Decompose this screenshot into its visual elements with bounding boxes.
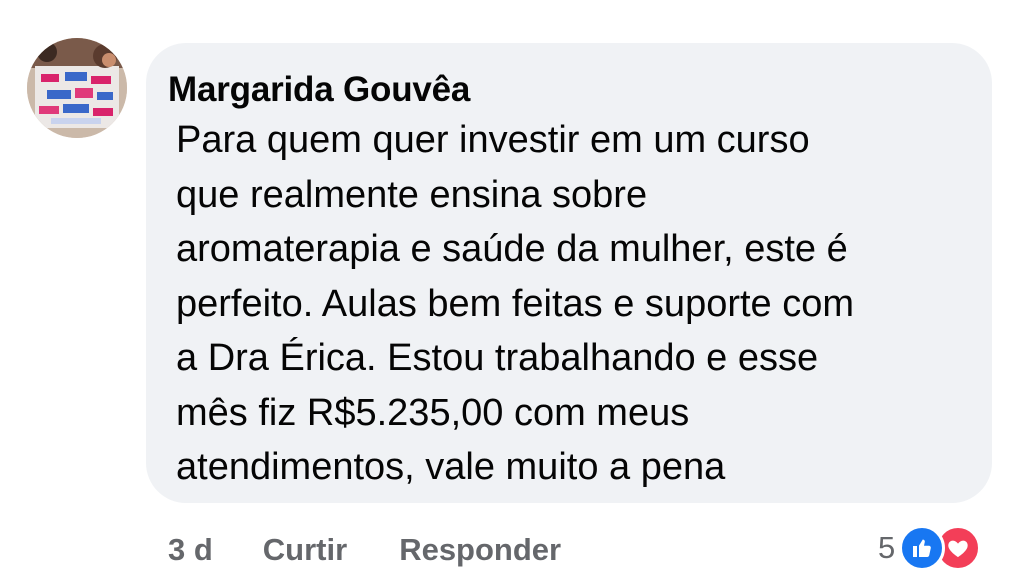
comment: Margarida Gouvêa Para quem quer investir… (0, 0, 1024, 584)
timestamp[interactable]: 3 d (168, 532, 213, 568)
reaction-count: 5 (878, 530, 896, 565)
like-button[interactable]: Curtir (263, 532, 347, 568)
comment-bubble: Margarida Gouvêa Para quem quer investir… (146, 43, 992, 503)
comment-actions: 3 d Curtir Responder (168, 528, 561, 572)
avatar[interactable] (27, 38, 127, 138)
comment-text: Para quem quer investir em um curso que … (176, 119, 855, 488)
like-icon (899, 525, 946, 571)
author-name[interactable]: Margarida Gouvêa (168, 69, 962, 111)
reactions-summary[interactable]: 5 (878, 524, 982, 572)
avatar-image (27, 38, 127, 138)
reply-button[interactable]: Responder (399, 532, 561, 568)
